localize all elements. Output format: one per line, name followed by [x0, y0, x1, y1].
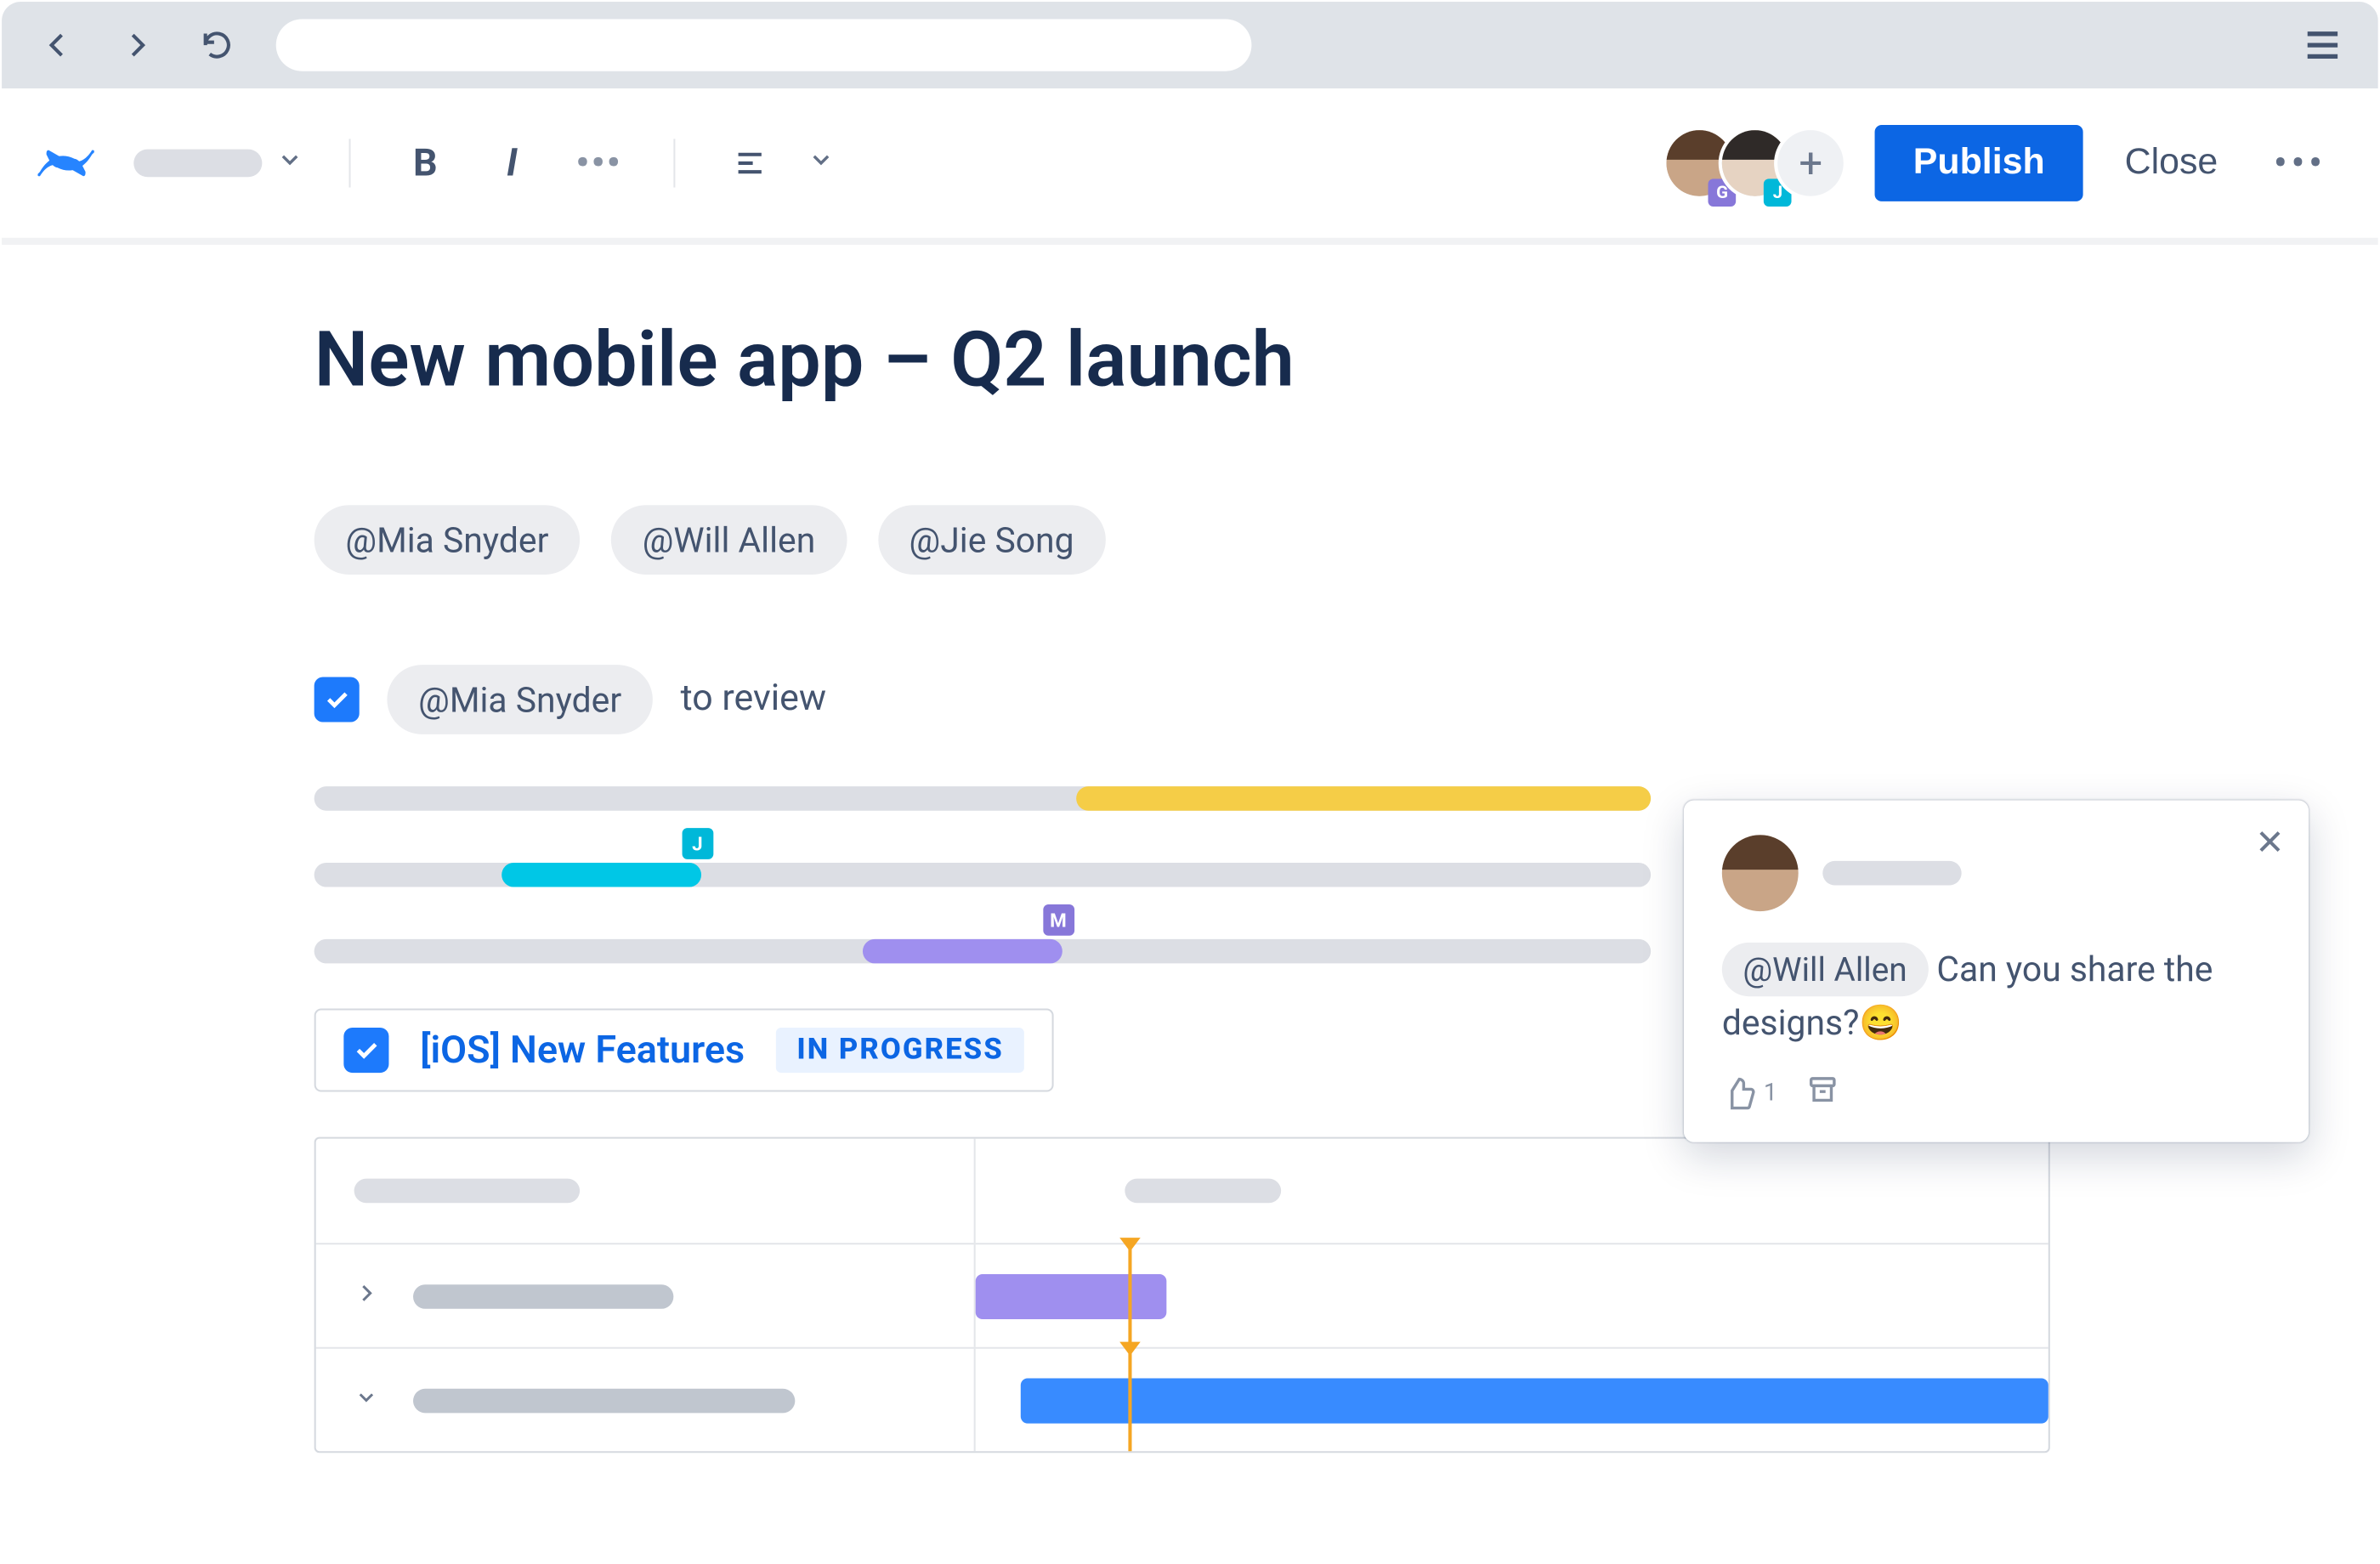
- mentions-row: @Mia Snyder @Will Allen @Jie Song: [314, 505, 2378, 575]
- timeline-segment: [502, 863, 702, 887]
- mention-chip[interactable]: @Will Allen: [611, 505, 847, 575]
- task-checkbox[interactable]: [314, 677, 360, 722]
- publish-button[interactable]: Publish: [1875, 125, 2083, 201]
- close-button[interactable]: Close: [2111, 125, 2231, 201]
- resolve-button[interactable]: [1805, 1072, 1840, 1114]
- inline-comment: ✕ @Will Allen Can you share the designs?…: [1684, 800, 2309, 1141]
- back-button[interactable]: [26, 14, 89, 76]
- app-toolbar: B I ••• G J + Publish Close •••: [2, 88, 2378, 245]
- presence-avatars: G J +: [1663, 127, 1847, 200]
- document-body: New mobile app – Q2 launch @Mia Snyder @…: [2, 245, 2378, 1562]
- inline-timeline: J M: [314, 786, 1651, 963]
- roadmap-bar[interactable]: [976, 1273, 1167, 1318]
- add-collaborator-button[interactable]: +: [1774, 127, 1847, 200]
- roadmap-header-placeholder: [354, 1179, 580, 1204]
- block-type-placeholder: [133, 150, 262, 178]
- bold-button[interactable]: B: [396, 133, 455, 192]
- mention-chip[interactable]: @Jie Song: [878, 505, 1105, 575]
- issue-checkbox[interactable]: [343, 1028, 388, 1073]
- issue-card[interactable]: [iOS] New Features IN PROGRESS: [314, 1009, 1054, 1092]
- author-name-placeholder: [1822, 861, 1961, 886]
- today-marker: [1128, 1244, 1131, 1346]
- roadmap-bar[interactable]: [1021, 1377, 2048, 1422]
- avatar[interactable]: [1722, 835, 1799, 911]
- align-button[interactable]: [721, 133, 779, 192]
- chevron-down-icon: [808, 146, 836, 181]
- chevron-down-icon: [276, 146, 304, 181]
- like-button[interactable]: 1: [1722, 1075, 1777, 1110]
- roadmap-item-placeholder: [413, 1284, 673, 1308]
- timeline-tag: J: [682, 828, 713, 859]
- roadmap-embed: [314, 1137, 2050, 1454]
- task-text[interactable]: to review: [681, 678, 827, 720]
- confluence-logo-icon: [26, 123, 106, 203]
- timeline-segment: [862, 939, 1062, 964]
- roadmap-header-placeholder: [1125, 1179, 1281, 1204]
- comment-body: @Will Allen Can you share the designs?😄: [1722, 943, 2270, 1048]
- more-formatting-button[interactable]: •••: [570, 133, 628, 192]
- app-window: B I ••• G J + Publish Close ••• New mobi…: [0, 0, 2380, 1564]
- like-count: 1: [1764, 1079, 1777, 1107]
- toolbar-separator: [673, 139, 675, 187]
- timeline-row: [314, 786, 1651, 811]
- reload-button[interactable]: [186, 14, 249, 76]
- toolbar-separator: [348, 139, 350, 187]
- timeline-row: J: [314, 863, 1651, 887]
- close-icon[interactable]: ✕: [2255, 821, 2284, 863]
- mention-chip[interactable]: @Will Allen: [1722, 943, 1928, 996]
- page-title[interactable]: New mobile app – Q2 launch: [314, 314, 2378, 405]
- browser-chrome: [2, 2, 2378, 88]
- task-item: @Mia Snyder to review: [314, 665, 2378, 734]
- collapse-icon[interactable]: [354, 1384, 379, 1417]
- browser-menu-button[interactable]: [2292, 14, 2354, 76]
- today-marker: [1128, 1349, 1131, 1451]
- block-type-dropdown[interactable]: [133, 132, 303, 195]
- page-more-button[interactable]: •••: [2259, 132, 2340, 195]
- expand-icon[interactable]: [354, 1279, 379, 1312]
- forward-button[interactable]: [106, 14, 169, 76]
- status-lozenge: IN PROGRESS: [776, 1028, 1024, 1073]
- mention-chip[interactable]: @Mia Snyder: [314, 505, 581, 575]
- emoji-icon: 😄: [1859, 1000, 1902, 1042]
- timeline-tag: M: [1043, 904, 1074, 936]
- roadmap-item-placeholder: [413, 1388, 795, 1413]
- mention-chip[interactable]: @Mia Snyder: [387, 665, 653, 734]
- url-bar[interactable]: [276, 19, 1251, 71]
- timeline-row: M: [314, 939, 1651, 964]
- issue-title: [iOS] New Features: [420, 1028, 745, 1072]
- timeline-segment: [1076, 786, 1651, 811]
- italic-button[interactable]: I: [483, 133, 541, 192]
